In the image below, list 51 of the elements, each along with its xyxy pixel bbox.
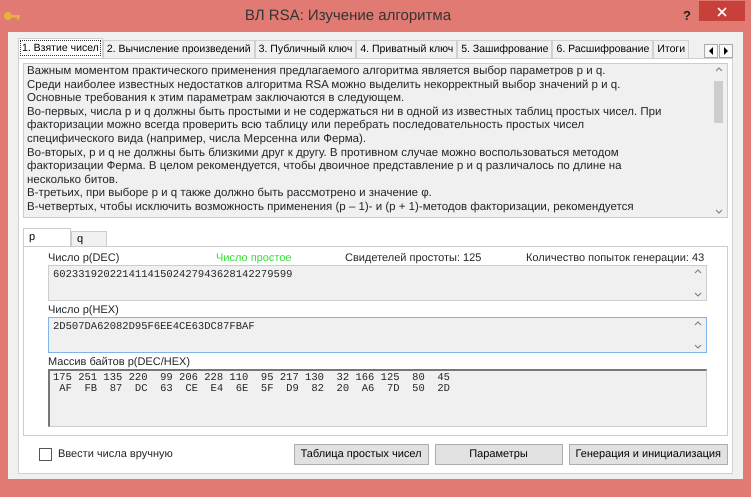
scroll-left-button[interactable]	[704, 44, 718, 58]
action-button[interactable]: Генерация и инициализация	[568, 444, 728, 465]
field-label: Число p(DEC)	[48, 252, 120, 265]
scroll-down-icon[interactable]	[694, 292, 702, 297]
description-line: Среди наиболее известных недостатков алгоритма RSA можно выделить некорректный выбор значений p и q.	[27, 78, 622, 92]
description-line: Основные требования к этим параметрам заключаются в следующем.	[27, 92, 406, 106]
attempt-count: Количество попыток генерации: 43	[526, 252, 704, 265]
action-button[interactable]: Таблица простых чисел	[294, 444, 429, 465]
tab[interactable]: 1. Взятие чисел	[18, 38, 103, 58]
scroll-up-icon[interactable]	[694, 321, 702, 326]
tab[interactable]: 4. Приватный ключ	[356, 40, 458, 58]
tab[interactable]: 5. Зашифрование	[457, 40, 552, 58]
triangle-right-icon	[722, 46, 730, 56]
scroll-right-button[interactable]	[719, 44, 733, 58]
tab[interactable]: Итоги	[653, 40, 690, 58]
triangle-left-icon	[707, 46, 715, 56]
description-line: несколько битов.	[27, 174, 120, 188]
scroll-up-icon[interactable]	[694, 269, 702, 274]
status-text: Число простое	[216, 252, 293, 265]
description-line: Во-первых, числа p и q должны быть простыми и не содержаться ни в одной из известных таблиц простых чисел. При	[27, 106, 662, 120]
scroll-down-icon[interactable]	[714, 209, 722, 214]
scroll-up-icon[interactable]	[714, 67, 722, 72]
checkbox-label: Ввести числа вручную	[58, 448, 173, 461]
close-icon	[717, 6, 727, 17]
description-line: В-четвертых, чтобы исключить возможность применения (p – 1)- и (p + 1)-методов факторизации, рекомендуется	[27, 200, 635, 215]
tab[interactable]: 3. Публичный ключ	[254, 40, 356, 58]
action-button[interactable]: Параметры	[434, 444, 563, 465]
byte-array-field[interactable]: 175 251 135 220 99 206 228 110 95 217 130 32 166 125 80 45 AF FB 87 DC 63 CE E4 6E 5F D9 82 20 A6 7D 50 2D	[48, 369, 707, 427]
field-label: Массив байтов p(DEC/HEX)	[48, 356, 192, 369]
witness-count: Свидетелей простоты: 125	[345, 252, 482, 265]
description-line: факторизации можно всегда проверить всю таблицу или перебрать последовательность простых чисел	[27, 119, 586, 133]
key-icon	[3, 9, 21, 23]
checkbox[interactable]	[39, 448, 52, 461]
description-line: факторизации Ферма. В целом рекомендуется, чтобы двоичное представление p и q различалось по длине на	[27, 160, 623, 174]
description-line: В-третьих, при выборе p и q также должно быть рассмотрено и значение φ.	[27, 187, 433, 201]
description-line: специфического вида (например, числа Мерсенна или Ферма).	[27, 132, 368, 147]
field-label: Число p(HEX)	[48, 304, 120, 317]
number-field[interactable]: 60233192022141141502427943628142279599	[48, 265, 707, 301]
scroll-down-icon[interactable]	[694, 344, 702, 349]
tab[interactable]: 2. Вычисление произведений	[102, 40, 255, 58]
tab[interactable]: p	[23, 228, 71, 246]
scrollbar-thumb[interactable]	[714, 81, 723, 123]
help-button[interactable]: ?	[675, 6, 699, 26]
close-button[interactable]	[699, 1, 745, 21]
tab[interactable]: q	[71, 231, 107, 246]
number-field[interactable]: 2D507DA62082D95F6EE4CE63DC87FBAF	[48, 317, 707, 353]
description-line: Важным моментом практического применения предлагаемого алгоритма является выбор параметров p и q.	[27, 65, 606, 79]
description-line: Во-вторых, p и q не должны быть близкими друг к другу. В противном случае можно воспользоваться методом	[27, 146, 620, 160]
description-textbox[interactable]	[23, 63, 728, 218]
tab[interactable]: 6. Расшифрование	[552, 40, 654, 58]
window-title: ВЛ RSA: Изучение алгоритма	[244, 6, 452, 26]
